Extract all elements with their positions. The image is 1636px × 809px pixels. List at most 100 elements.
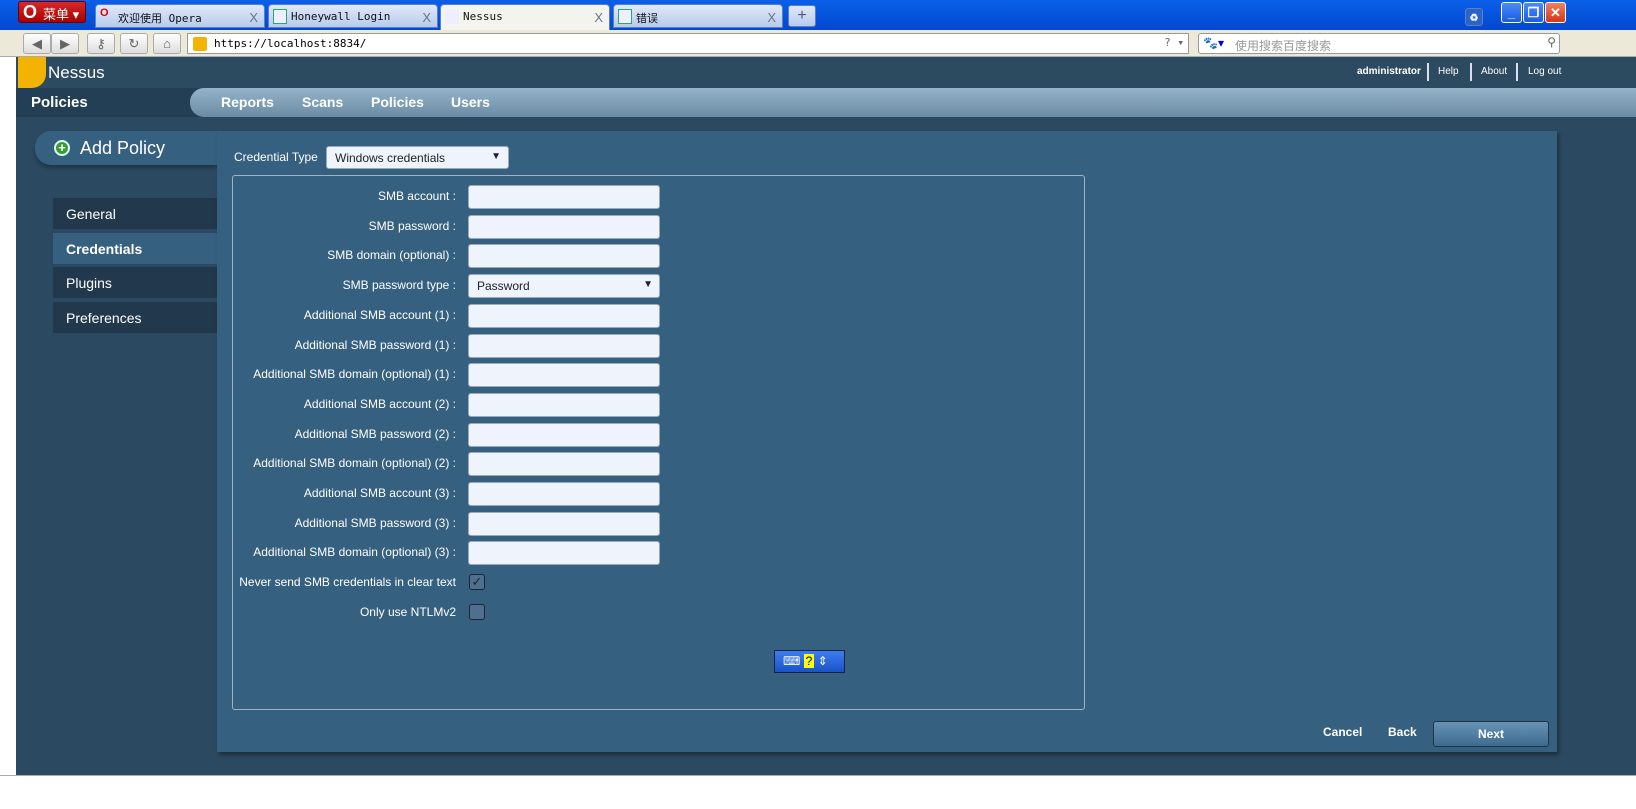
field-label: Additional SMB password (2) :	[294, 426, 456, 441]
text-input[interactable]	[468, 422, 660, 447]
nessus-header: Nessus administrator Help About Log out	[16, 57, 1636, 88]
credential-type-label: Credential Type	[234, 150, 318, 164]
text-input[interactable]	[468, 185, 660, 209]
form-row: SMB account :	[233, 185, 1086, 209]
field-label: Additional SMB domain (optional) (3) :	[253, 545, 456, 560]
field-label: Additional SMB password (1) :	[294, 337, 456, 352]
page-icon	[618, 9, 632, 24]
form-row: SMB domain (optional) :	[233, 244, 1086, 269]
browser-tab[interactable]: 错误 X	[613, 4, 783, 28]
cancel-button[interactable]: Cancel	[1323, 725, 1362, 739]
site-info-dropdown-icon[interactable]: ? ▾	[1164, 36, 1184, 49]
home-icon[interactable]: ⌂	[153, 33, 181, 54]
text-input[interactable]	[468, 541, 660, 566]
divider	[1427, 63, 1429, 81]
current-section-title: Policies	[31, 94, 88, 111]
add-policy-tab: + Add Policy	[35, 131, 217, 165]
minimize-button[interactable]: _	[1501, 2, 1522, 23]
opera-icon: O	[100, 7, 109, 19]
text-input[interactable]	[468, 363, 660, 388]
field-label: Additional SMB account (3) :	[303, 486, 456, 500]
browser-tab[interactable]: O 欢迎使用 Opera X	[95, 4, 265, 28]
back-button[interactable]: Back	[1388, 725, 1417, 739]
text-input[interactable]	[468, 482, 660, 506]
field-label: SMB password type :	[342, 278, 456, 293]
browser-tab[interactable]: Honeywall Login X	[268, 4, 438, 28]
ime-arrows-icon[interactable]: ⇕	[818, 654, 828, 668]
search-input[interactable]: 🐾▾ 使用搜索百度搜索 ⚲	[1198, 33, 1560, 54]
reload-icon[interactable]: ↻	[120, 33, 148, 54]
user-name: administrator	[1357, 66, 1421, 77]
text-input[interactable]	[468, 452, 660, 477]
text-input[interactable]	[468, 511, 660, 536]
text-input[interactable]	[468, 303, 660, 328]
about-link[interactable]: About	[1481, 66, 1507, 77]
nessus-favicon-icon	[445, 9, 459, 24]
form-row: Additional SMB password (2) :	[233, 422, 1086, 447]
credential-type-select[interactable]: Windows credentials ▼	[326, 146, 509, 169]
restore-button[interactable]: ❐	[1523, 2, 1544, 23]
close-tab-icon[interactable]: X	[594, 10, 603, 25]
nav-scans[interactable]: Scans	[302, 94, 343, 110]
browser-toolbar: ◀ ▶ ⚷ ↻ ⌂ https://localhost:8834/? ▾ 🐾▾ 使…	[0, 30, 1636, 57]
checkbox[interactable]: ✓	[469, 574, 485, 591]
forward-arrow-icon[interactable]: ▶	[51, 33, 79, 54]
form-row: Additional SMB account (1) :	[233, 303, 1086, 328]
logout-link[interactable]: Log out	[1528, 66, 1561, 77]
close-tab-icon[interactable]: X	[249, 10, 258, 25]
search-icon[interactable]: ⚲	[1547, 35, 1556, 49]
policy-panel: Credential Type Windows credentials ▼ SMB…	[217, 131, 1557, 752]
field-label: Additional SMB domain (optional) (2) :	[253, 456, 456, 471]
text-input[interactable]	[468, 244, 660, 269]
field-label: Only use NTLMv2	[359, 604, 456, 619]
text-input[interactable]	[468, 214, 660, 239]
field-label: Additional SMB password (3) :	[294, 515, 456, 530]
browser-tab-active[interactable]: Nessus X	[440, 4, 610, 31]
sidebar-item-credentials[interactable]: Credentials	[53, 233, 217, 264]
divider	[1470, 63, 1472, 81]
form-row: Additional SMB domain (optional) (2) :	[233, 452, 1086, 477]
text-input[interactable]	[468, 333, 660, 358]
form-row: Never send SMB credentials in clear text…	[233, 571, 1086, 595]
nessus-logo: Nessus	[48, 63, 105, 82]
close-tab-icon[interactable]: X	[767, 10, 776, 25]
keyboard-icon[interactable]: ⌨	[783, 654, 800, 668]
opera-logo-icon: O	[23, 2, 38, 22]
ime-toolbar[interactable]: ⌨ ? ⇕	[774, 650, 845, 673]
key-icon[interactable]: ⚷	[87, 33, 115, 54]
help-link[interactable]: Help	[1438, 66, 1459, 77]
field-label: Never send SMB credentials in clear text	[239, 575, 456, 590]
field-label: Additional SMB account (1) :	[303, 307, 456, 322]
close-window-button[interactable]: ✕	[1545, 2, 1566, 23]
password-type-select[interactable]: Password ▼	[468, 274, 660, 299]
form-row: Additional SMB domain (optional) (3) :	[233, 541, 1086, 566]
help-icon[interactable]: ?	[803, 654, 815, 668]
dropdown-arrow-icon: ▼	[491, 151, 501, 162]
nessus-eye-logo-icon	[18, 57, 46, 88]
baidu-paw-icon[interactable]: 🐾▾	[1203, 36, 1224, 50]
main-nav: Policies Reports Scans Policies Users	[16, 88, 1636, 117]
opera-menu-button[interactable]: O 菜单 ▾	[18, 1, 86, 23]
new-tab-button[interactable]: +	[788, 5, 816, 27]
address-bar[interactable]: https://localhost:8834/? ▾	[187, 33, 1189, 54]
form-row: Additional SMB password (3) :	[233, 511, 1086, 536]
trash-icon[interactable]: ♻	[1465, 8, 1483, 26]
field-label: SMB domain (optional) :	[327, 248, 456, 263]
next-button[interactable]: Next	[1433, 721, 1549, 747]
nav-users[interactable]: Users	[451, 94, 490, 110]
sidebar-item-preferences[interactable]: Preferences	[53, 302, 217, 333]
dropdown-arrow-icon: ▼	[643, 279, 653, 291]
nessus-page: Nessus administrator Help About Log out …	[16, 57, 1636, 775]
close-tab-icon[interactable]: X	[422, 10, 431, 25]
nav-policies[interactable]: Policies	[371, 94, 424, 110]
field-label: SMB password :	[368, 218, 456, 233]
select-value: Password	[477, 279, 530, 294]
sidebar-item-general[interactable]: General	[53, 198, 217, 229]
text-input[interactable]	[468, 392, 660, 417]
sidebar-item-plugins[interactable]: Plugins	[53, 267, 217, 298]
form-row: Additional SMB domain (optional) (1) :	[233, 363, 1086, 388]
checkbox[interactable]	[469, 603, 485, 620]
nav-reports[interactable]: Reports	[221, 94, 274, 110]
form-row: SMB password :	[233, 214, 1086, 239]
back-arrow-icon[interactable]: ◀	[23, 33, 51, 54]
